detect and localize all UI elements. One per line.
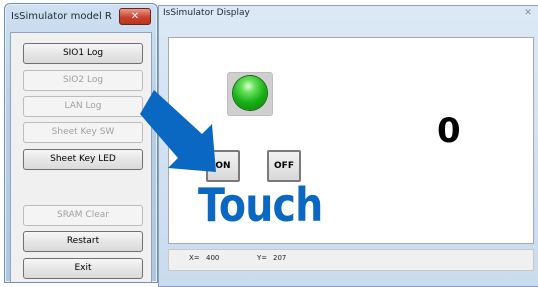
sio2-log-button[interactable]: SIO2 Log bbox=[23, 70, 143, 91]
window-title: IsSimulator model R bbox=[11, 11, 112, 22]
title-bar[interactable]: IsSimulator model R ✕ bbox=[5, 4, 157, 30]
green-led-icon bbox=[233, 76, 267, 110]
sheet-key-led-button[interactable]: Sheet Key LED bbox=[23, 149, 143, 170]
led-indicator bbox=[227, 72, 273, 116]
sram-clear-button[interactable]: SRAM Clear bbox=[23, 205, 143, 226]
restart-button[interactable]: Restart bbox=[23, 231, 143, 252]
x-coordinate-value: 400 bbox=[206, 254, 220, 262]
sio1-log-button[interactable]: SIO1 Log bbox=[23, 43, 143, 64]
close-button[interactable]: ✕ bbox=[521, 7, 535, 19]
touch-label: Touch bbox=[198, 178, 323, 232]
exit-button[interactable]: Exit bbox=[23, 258, 143, 279]
counter-value: 0 bbox=[437, 111, 461, 151]
y-coordinate-label: Y= bbox=[257, 254, 268, 262]
display-screen[interactable]: 0 ON OFF Touch bbox=[168, 37, 534, 244]
status-bar: X= 400 Y= 207 bbox=[168, 249, 534, 271]
control-panel: SIO1 Log SIO2 Log LAN Log Sheet Key SW S… bbox=[10, 32, 152, 282]
simulator-display-window: IsSimulator Display ✕ 0 ON OFF Touch X= … bbox=[158, 5, 538, 287]
window-title: IsSimulator Display bbox=[163, 8, 250, 18]
y-coordinate-value: 207 bbox=[273, 254, 287, 262]
simulator-control-window: IsSimulator model R ✕ SIO1 Log SIO2 Log … bbox=[4, 3, 158, 283]
close-button[interactable]: ✕ bbox=[119, 8, 151, 25]
sheet-key-sw-button[interactable]: Sheet Key SW bbox=[23, 122, 143, 143]
x-coordinate-label: X= bbox=[189, 254, 200, 262]
lan-log-button[interactable]: LAN Log bbox=[23, 96, 143, 117]
